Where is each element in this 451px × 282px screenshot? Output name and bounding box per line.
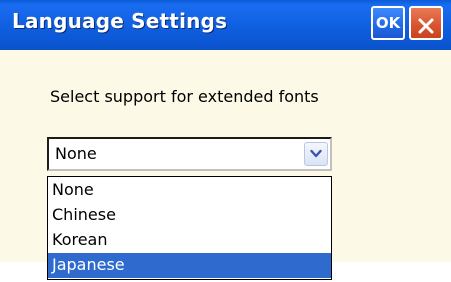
combobox-selected-value: None xyxy=(55,144,97,163)
combobox-dropdown-button[interactable] xyxy=(304,142,328,166)
title-bar: Language Settings OK xyxy=(0,0,451,50)
ok-button[interactable]: OK xyxy=(371,6,405,40)
chevron-down-icon xyxy=(310,149,322,158)
dropdown-option-japanese[interactable]: Japanese xyxy=(48,253,331,278)
window-title: Language Settings xyxy=(12,9,228,33)
dropdown-option-korean[interactable]: Korean xyxy=(48,228,331,253)
prompt-label: Select support for extended fonts xyxy=(50,87,319,106)
dropdown-option-none[interactable]: None xyxy=(48,178,331,203)
close-icon xyxy=(418,18,434,34)
close-button[interactable] xyxy=(409,6,443,40)
font-support-combobox[interactable]: None xyxy=(47,137,332,171)
font-support-dropdown-list: None Chinese Korean Japanese xyxy=(47,176,332,280)
dropdown-option-chinese[interactable]: Chinese xyxy=(48,203,331,228)
